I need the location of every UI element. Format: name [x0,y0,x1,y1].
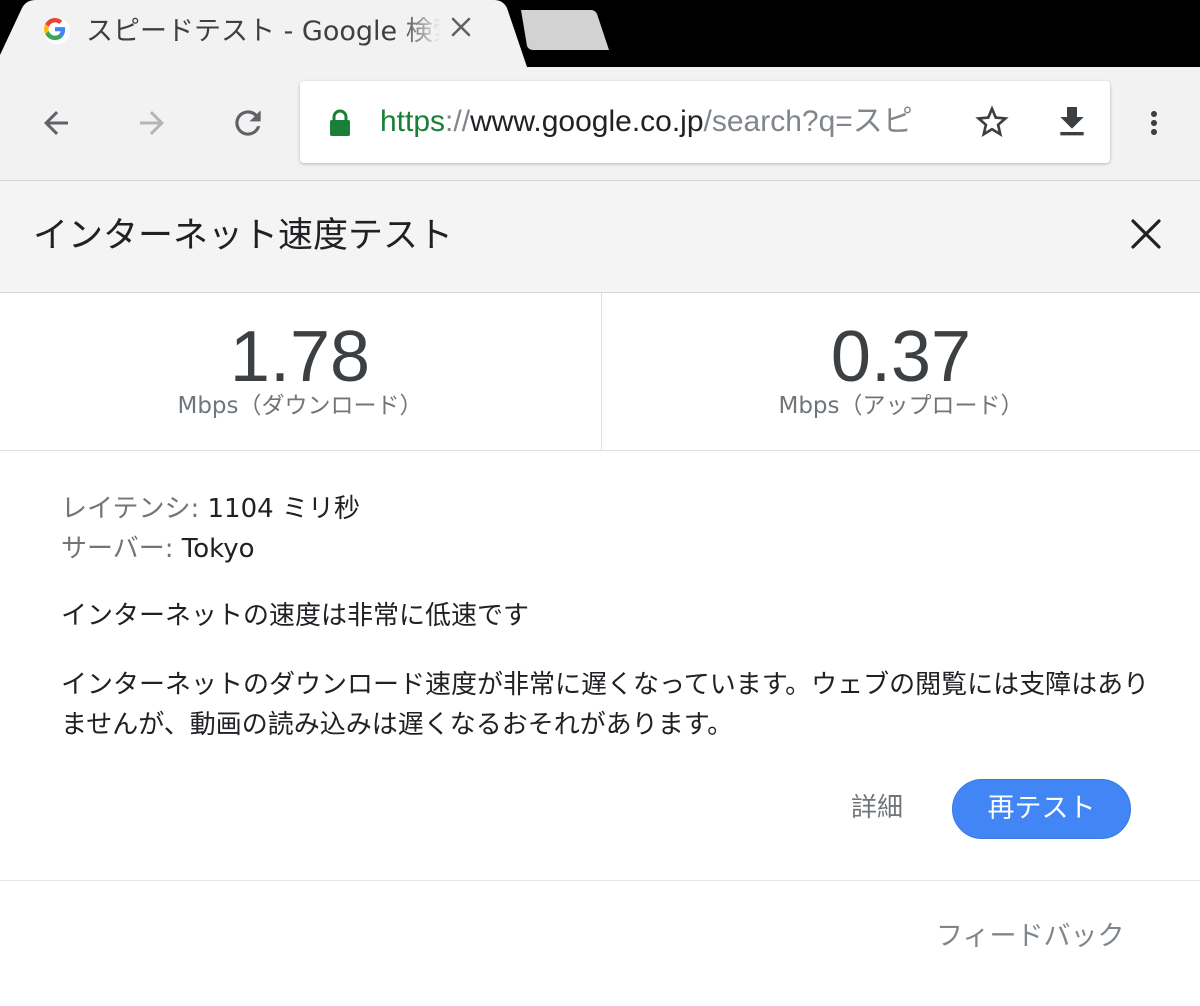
download-speed-value: 1.78 [229,317,371,397]
speed-description: インターネットのダウンロード速度が非常に遅くなっています。ウェブの閲覧には支障は… [61,670,1150,740]
feedback-link[interactable]: フィードバック [936,917,1124,957]
latency-row: レイテンシ: 1104 ミリ秒 [61,489,1141,529]
close-icon[interactable] [1122,210,1170,258]
speed-results: 1.78 Mbps（ダウンロード） 0.37 Mbps（アップロード） [0,293,1200,451]
url-text[interactable]: https://www.google.co.jp/search?q=スピ [380,99,956,145]
google-g-icon [44,18,70,44]
tab-title: スピードテスト - Google 検索 [86,16,446,47]
upload-result: 0.37 Mbps（アップロード） [601,293,1200,450]
upload-speed-value: 0.37 [830,317,972,397]
url-scheme: https [380,105,446,138]
url-fade [920,99,960,145]
server-value: Tokyo [173,534,255,564]
tab-strip: スピードテスト - Google 検索 [0,0,1200,67]
more-vert-icon[interactable] [1126,95,1182,151]
url-separator: :// [445,105,471,138]
lock-icon [328,109,352,137]
new-tab-button[interactable] [517,10,611,52]
test-details: レイテンシ: 1104 ミリ秒 サーバー: Tokyo [61,489,1141,569]
download-speed-unit: Mbps（ダウンロード） [177,393,423,419]
browser-toolbar: https://www.google.co.jp/search?q=スピ [0,67,1200,181]
latency-label: レイテンシ: [61,494,200,524]
arrow-back-icon[interactable] [28,95,84,151]
address-bar[interactable]: https://www.google.co.jp/search?q=スピ [300,81,1110,163]
upload-speed-unit: Mbps（アップロード） [778,393,1024,419]
details-button[interactable]: 詳細 [836,783,918,833]
server-label: サーバー: [61,534,174,564]
speed-summary: インターネットの速度は非常に低速です [61,601,530,631]
reload-icon[interactable] [220,95,276,151]
download-icon[interactable] [1049,99,1095,145]
retest-button[interactable]: 再テスト [952,779,1131,839]
close-icon[interactable] [450,16,482,48]
page-title: インターネット速度テスト [33,216,454,256]
url-host: www.google.co.jp [470,105,704,138]
url-path: /search?q=スピ [703,105,913,138]
divider [0,880,1200,881]
speed-test-header: インターネット速度テスト [0,181,1200,293]
server-row: サーバー: Tokyo [61,529,1141,569]
arrow-forward-icon[interactable] [124,95,180,151]
tab-title-fade [400,12,448,52]
star-outline-icon[interactable] [969,99,1015,145]
latency-value: 1104 ミリ秒 [199,494,360,524]
active-tab[interactable]: スピードテスト - Google 検索 [0,0,527,67]
download-result: 1.78 Mbps（ダウンロード） [0,293,600,450]
